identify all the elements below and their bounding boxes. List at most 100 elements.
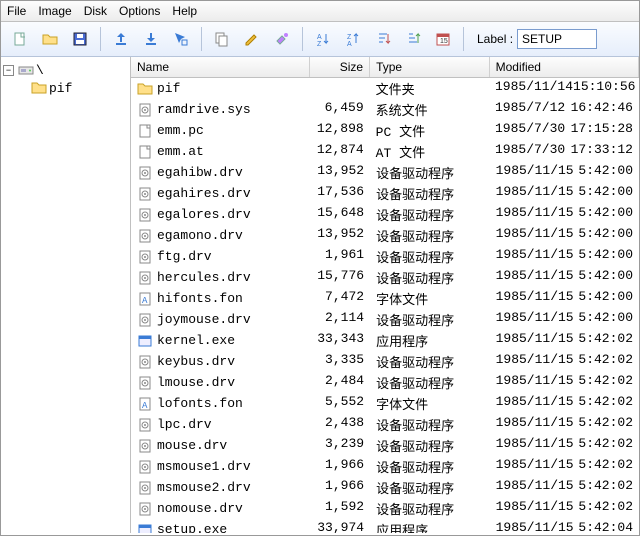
drive-icon bbox=[18, 62, 34, 78]
table-row[interactable]: lmouse.drv2,484设备驱动程序1985/11/155:42:02 bbox=[131, 372, 639, 393]
file-list[interactable]: Name Size Type Modified pif文件夹1985/11/14… bbox=[131, 57, 639, 533]
file-size: 6,459 bbox=[310, 100, 370, 119]
file-icon bbox=[137, 123, 153, 139]
table-row[interactable]: Alofonts.fon5,552字体文件1985/11/155:42:02 bbox=[131, 393, 639, 414]
file-modified: 1985/11/155:42:02 bbox=[490, 499, 639, 518]
file-modified: 1985/7/3017:15:28 bbox=[489, 121, 639, 140]
menu-file[interactable]: File bbox=[7, 4, 26, 18]
file-modified: 1985/11/155:42:02 bbox=[490, 436, 639, 455]
import-icon bbox=[143, 31, 159, 47]
menu-disk[interactable]: Disk bbox=[84, 4, 107, 18]
file-name: lpc.drv bbox=[157, 417, 212, 432]
sort-az-button[interactable]: AZ bbox=[310, 26, 336, 52]
sys-icon bbox=[137, 438, 153, 454]
new-button[interactable] bbox=[7, 26, 33, 52]
file-modified: 1985/11/155:42:02 bbox=[490, 415, 639, 434]
table-row[interactable]: msmouse1.drv1,966设备驱动程序1985/11/155:42:02 bbox=[131, 456, 639, 477]
table-row[interactable]: keybus.drv3,335设备驱动程序1985/11/155:42:02 bbox=[131, 351, 639, 372]
table-row[interactable]: ftg.drv1,961设备驱动程序1985/11/155:42:00 bbox=[131, 246, 639, 267]
file-name: msmouse2.drv bbox=[157, 480, 251, 495]
file-name: kernel.exe bbox=[157, 333, 235, 348]
file-name: setup.exe bbox=[157, 522, 227, 533]
file-size: 13,952 bbox=[310, 163, 370, 182]
file-size: 7,472 bbox=[310, 289, 370, 308]
file-size: 12,898 bbox=[310, 121, 370, 140]
menu-image[interactable]: Image bbox=[38, 4, 71, 18]
file-size: 1,966 bbox=[310, 457, 370, 476]
sort-up-icon bbox=[405, 31, 421, 47]
file-type: 设备驱动程序 bbox=[370, 373, 490, 392]
file-modified: 1985/11/155:42:04 bbox=[490, 520, 639, 533]
sys-icon bbox=[137, 312, 153, 328]
table-row[interactable]: egalores.drv15,648设备驱动程序1985/11/155:42:0… bbox=[131, 204, 639, 225]
tree-root-node[interactable]: − \ bbox=[3, 61, 128, 79]
file-name: emm.pc bbox=[157, 123, 204, 138]
file-icon bbox=[137, 144, 153, 160]
svg-text:A: A bbox=[142, 401, 148, 411]
col-header-modified[interactable]: Modified bbox=[490, 57, 639, 77]
sys-icon bbox=[137, 165, 153, 181]
label-input[interactable] bbox=[517, 29, 597, 49]
save-button[interactable] bbox=[67, 26, 93, 52]
folder-icon bbox=[137, 81, 153, 97]
col-header-size[interactable]: Size bbox=[310, 57, 370, 77]
new-icon bbox=[12, 31, 28, 47]
collapse-icon[interactable]: − bbox=[3, 65, 14, 76]
table-row[interactable]: emm.at12,874AT 文件1985/7/3017:33:12 bbox=[131, 141, 639, 162]
sys-icon bbox=[137, 480, 153, 496]
export-button[interactable] bbox=[108, 26, 134, 52]
calendar-button[interactable]: 15 bbox=[430, 26, 456, 52]
save-icon bbox=[72, 31, 88, 47]
table-row[interactable]: egahires.drv17,536设备驱动程序1985/11/155:42:0… bbox=[131, 183, 639, 204]
file-type: 设备驱动程序 bbox=[370, 352, 490, 371]
open-button[interactable] bbox=[37, 26, 63, 52]
menu-options[interactable]: Options bbox=[119, 4, 160, 18]
paint-button[interactable] bbox=[269, 26, 295, 52]
file-modified: 1985/11/155:42:00 bbox=[490, 310, 639, 329]
file-type: 设备驱动程序 bbox=[370, 457, 490, 476]
export-icon bbox=[113, 31, 129, 47]
table-row[interactable]: egahibw.drv13,952设备驱动程序1985/11/155:42:00 bbox=[131, 162, 639, 183]
edit-button[interactable] bbox=[239, 26, 265, 52]
file-modified: 1985/11/155:42:02 bbox=[490, 457, 639, 476]
file-size: 1,592 bbox=[310, 499, 370, 518]
col-header-name[interactable]: Name bbox=[131, 57, 310, 77]
sort-up-button[interactable] bbox=[400, 26, 426, 52]
table-row[interactable]: joymouse.drv2,114设备驱动程序1985/11/155:42:00 bbox=[131, 309, 639, 330]
table-row[interactable]: lpc.drv2,438设备驱动程序1985/11/155:42:02 bbox=[131, 414, 639, 435]
table-row[interactable]: hercules.drv15,776设备驱动程序1985/11/155:42:0… bbox=[131, 267, 639, 288]
table-row[interactable]: msmouse2.drv1,966设备驱动程序1985/11/155:42:02 bbox=[131, 477, 639, 498]
file-name: keybus.drv bbox=[157, 354, 235, 369]
import-button[interactable] bbox=[138, 26, 164, 52]
list-header: Name Size Type Modified bbox=[131, 57, 639, 78]
svg-text:15: 15 bbox=[440, 38, 448, 45]
sort-za-icon: ZA bbox=[345, 31, 361, 47]
edit-icon bbox=[244, 31, 260, 47]
menu-help[interactable]: Help bbox=[172, 4, 197, 18]
select-button[interactable] bbox=[168, 26, 194, 52]
sort-za-button[interactable]: ZA bbox=[340, 26, 366, 52]
col-header-type[interactable]: Type bbox=[370, 57, 490, 77]
open-icon bbox=[42, 31, 58, 47]
sort-down-button[interactable] bbox=[370, 26, 396, 52]
table-row[interactable]: mouse.drv3,239设备驱动程序1985/11/155:42:02 bbox=[131, 435, 639, 456]
file-size: 13,952 bbox=[310, 226, 370, 245]
copy-button[interactable] bbox=[209, 26, 235, 52]
folder-icon bbox=[31, 80, 47, 96]
tree-child-node[interactable]: pif bbox=[3, 79, 128, 97]
svg-text:Z: Z bbox=[317, 41, 322, 47]
table-row[interactable]: kernel.exe33,343应用程序1985/11/155:42:02 bbox=[131, 330, 639, 351]
sys-icon bbox=[137, 417, 153, 433]
table-row[interactable]: Ahifonts.fon7,472字体文件1985/11/155:42:00 bbox=[131, 288, 639, 309]
table-row[interactable]: ramdrive.sys6,459系统文件1985/7/1216:42:46 bbox=[131, 99, 639, 120]
table-row[interactable]: setup.exe33,974应用程序1985/11/155:42:04 bbox=[131, 519, 639, 533]
label-caption: Label : bbox=[477, 32, 513, 46]
file-size: 3,335 bbox=[310, 352, 370, 371]
calendar-icon: 15 bbox=[435, 31, 451, 47]
folder-tree[interactable]: − \ pif bbox=[1, 57, 131, 533]
table-row[interactable]: nomouse.drv1,592设备驱动程序1985/11/155:42:02 bbox=[131, 498, 639, 519]
file-size: 1,961 bbox=[310, 247, 370, 266]
table-row[interactable]: pif文件夹1985/11/1415:10:56 bbox=[131, 78, 639, 99]
table-row[interactable]: emm.pc12,898PC 文件1985/7/3017:15:28 bbox=[131, 120, 639, 141]
table-row[interactable]: egamono.drv13,952设备驱动程序1985/11/155:42:00 bbox=[131, 225, 639, 246]
